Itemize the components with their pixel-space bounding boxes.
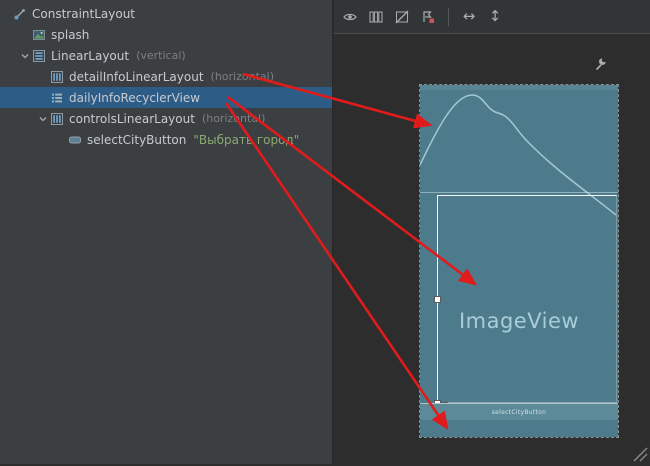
constraint-layout-icon (12, 7, 27, 21)
tree-row-controlslinearlayout[interactable]: controlsLinearLayout (horizontal) (0, 108, 332, 129)
button-icon (67, 133, 82, 147)
select-city-button-preview[interactable]: selectCityButton (420, 403, 618, 420)
chevron-down-icon[interactable] (18, 49, 31, 62)
tree-row-constraintlayout[interactable]: ConstraintLayout (0, 3, 332, 24)
tree-item-label: dailyInfoRecyclerView (69, 91, 200, 105)
design-toolbar: ↔ ↕ (334, 0, 650, 34)
tree-row-splash[interactable]: splash (0, 24, 332, 45)
status-bar-band (420, 85, 618, 90)
toggle-blueprint-icon[interactable] (392, 7, 412, 27)
tree-row-selectcitybutton[interactable]: selectCityButton "Выбрать город" (0, 129, 332, 150)
tree-item-label: LinearLayout (51, 49, 129, 63)
device-preview[interactable]: ImageView selectCityButton (420, 85, 618, 437)
image-icon (31, 28, 46, 42)
component-tree-panel: ConstraintLayout splash LinearLayout (ve… (0, 0, 333, 464)
recycler-view-icon (49, 91, 64, 105)
render-issues-icon[interactable] (418, 7, 438, 27)
tree-item-label: splash (51, 28, 89, 42)
tree-row-dailyinforecyclerview[interactable]: dailyInfoRecyclerView (0, 87, 332, 108)
tree-row-linearlayout[interactable]: LinearLayout (vertical) (0, 45, 332, 66)
toolbar-separator (448, 8, 449, 26)
section-divider (420, 192, 618, 193)
chevron-down-icon[interactable] (36, 112, 49, 125)
column-view-icon[interactable] (366, 7, 386, 27)
visibility-icon[interactable] (340, 7, 360, 27)
tree-row-detailinfolinearlayout[interactable]: detailInfoLinearLayout (horizontal) (0, 66, 332, 87)
tree-item-annotation: (vertical) (136, 49, 186, 62)
swap-vertical-icon[interactable]: ↕ (485, 7, 505, 27)
tree-item-label: selectCityButton (87, 133, 186, 147)
wrench-icon[interactable] (593, 56, 608, 71)
swap-horizontal-icon[interactable]: ↔ (459, 7, 479, 27)
selection-outline (437, 195, 617, 403)
linear-layout-horizontal-icon (49, 112, 64, 126)
tree-item-annotation: (horizontal) (202, 112, 265, 125)
tree-item-value: "Выбрать город" (193, 133, 299, 147)
select-city-button-label: selectCityButton (492, 409, 546, 416)
tree-item-label: ConstraintLayout (32, 7, 135, 21)
resize-grip[interactable] (628, 442, 648, 462)
tree-item-label: detailInfoLinearLayout (69, 70, 204, 84)
linear-layout-horizontal-icon (49, 70, 64, 84)
tree-item-annotation: (horizontal) (211, 70, 274, 83)
linear-layout-vertical-icon (31, 49, 46, 63)
tree-item-label: controlsLinearLayout (69, 112, 195, 126)
selection-handle[interactable] (434, 296, 441, 303)
